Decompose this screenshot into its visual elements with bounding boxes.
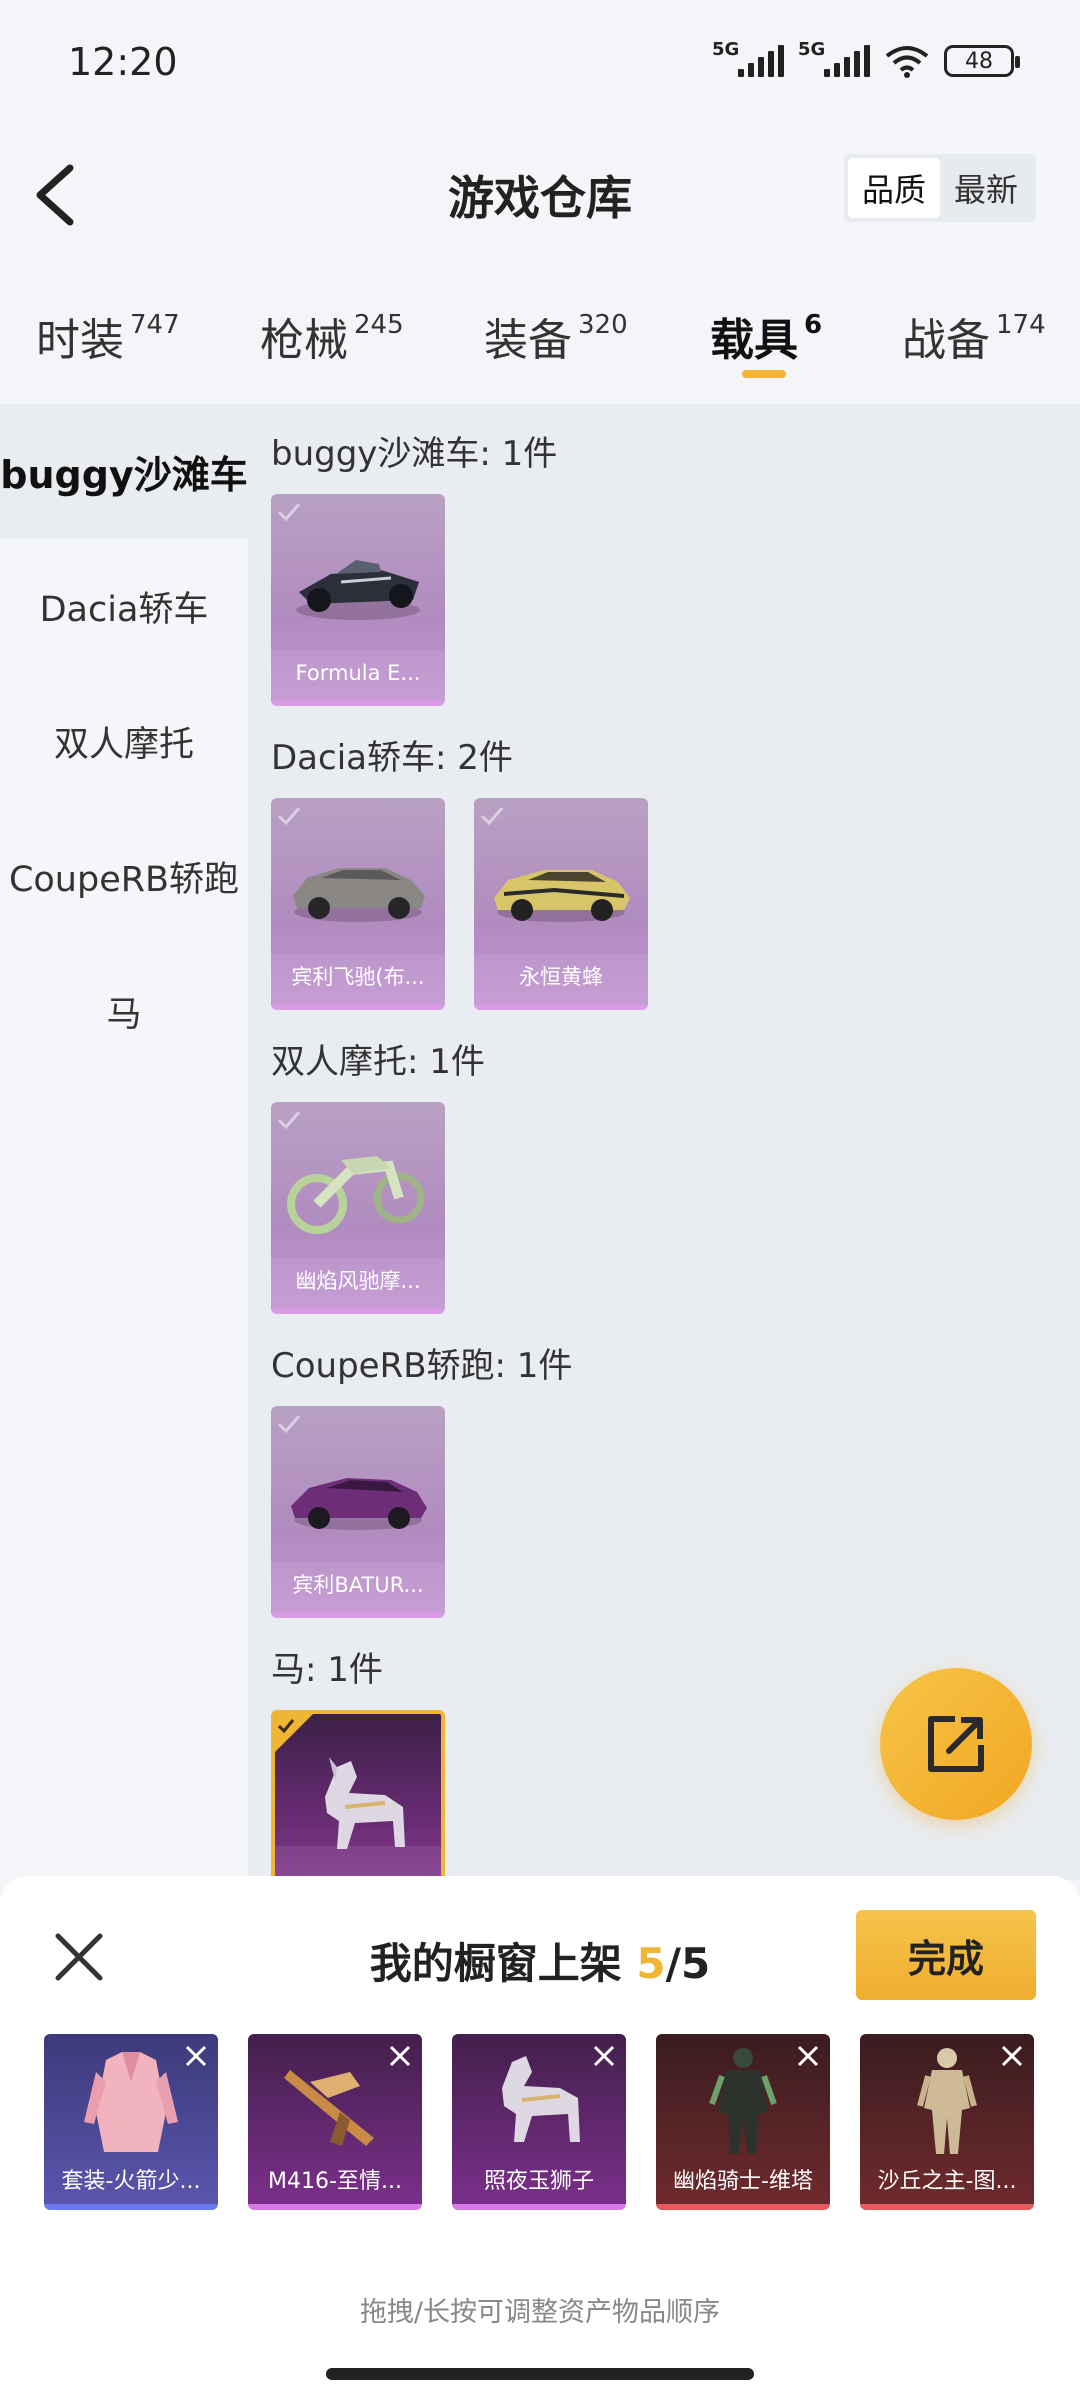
showcase-slot[interactable]: 幽焰骑士-维塔 [656, 2034, 830, 2210]
header: 游戏仓库 品质 最新 [0, 140, 1080, 250]
cellular-signal-icon-2: 5G [798, 39, 870, 77]
vehicle-card[interactable]: 宾利飞驰(布... [271, 798, 445, 1010]
vehicle-name: 永恒黄蜂 [474, 954, 648, 1004]
showcase-slot[interactable]: 套装-火箭少... [44, 2034, 218, 2210]
showcase-current-count: 5 [636, 1939, 666, 1988]
showcase-slots: 套装-火箭少... M416-至情... 照夜玉狮子 幽焰骑士-维塔 沙丘之主-… [44, 2034, 1036, 2210]
showcase-slot[interactable]: 沙丘之主-图... [860, 2034, 1034, 2210]
sedan-image [293, 868, 425, 922]
slot-name: 沙丘之主-图... [877, 2169, 1017, 2194]
tab-vehicles[interactable]: 载具 6 [710, 304, 822, 368]
remove-icon[interactable] [998, 2042, 1026, 2070]
vehicle-card[interactable]: 宾利BATUR... [271, 1406, 445, 1618]
status-time: 12:20 [68, 40, 178, 84]
cellular-signal-icon: 5G [712, 39, 784, 77]
showcase-slot[interactable]: 照夜玉狮子 [452, 2034, 626, 2210]
rifle-image [284, 2070, 374, 2146]
vehicle-card[interactable]: 永恒黄蜂 [474, 798, 648, 1010]
active-tab-indicator [742, 370, 786, 378]
sort-toggle: 品质 最新 [844, 154, 1036, 222]
reorder-hint: 拖拽/长按可调整资产物品顺序 [359, 2297, 721, 2328]
slot-name: 幽焰骑士-维塔 [673, 2169, 813, 2194]
slot-name: M416-至情... [268, 2169, 402, 2194]
vehicle-name: Formula E... [271, 650, 445, 700]
vehicle-name [275, 1846, 441, 1880]
vehicle-card[interactable]: Formula E... [271, 494, 445, 706]
share-button[interactable] [880, 1668, 1032, 1820]
group-title-buggy: buggy沙滩车: 1件 [271, 434, 558, 474]
sidebar-item-coupe[interactable]: CoupeRB轿跑 [0, 809, 248, 944]
remove-icon[interactable] [182, 2042, 210, 2070]
purple-coupe-image [291, 1478, 427, 1530]
showcase-slot[interactable]: M416-至情... [248, 2034, 422, 2210]
vehicle-card[interactable]: 幽焰风驰摩... [271, 1102, 445, 1314]
battery-icon: 48 [944, 45, 1020, 77]
group-title-coupe: CoupeRB轿跑: 1件 [271, 1346, 573, 1386]
group-title-dacia: Dacia轿车: 2件 [271, 738, 513, 778]
tab-supplies[interactable]: 战备 174 [902, 304, 1046, 368]
category-tabs: 时装 747 枪械 245 装备 320 载具 6 战备 174 [0, 290, 1080, 400]
group-title-motorcycle: 双人摩托: 1件 [271, 1042, 485, 1082]
sidebar-item-horse[interactable]: 马 [0, 944, 248, 1079]
outfit-jacket-image [84, 2052, 178, 2152]
sidebar-item-dacia[interactable]: Dacia轿车 [0, 539, 248, 674]
formula-car-image [296, 560, 420, 620]
vehicle-name: 宾利BATUR... [271, 1562, 445, 1612]
sidebar-item-motorcycle[interactable]: 双人摩托 [0, 674, 248, 809]
remove-icon[interactable] [386, 2042, 414, 2070]
status-bar: 12:20 5G 5G 48 [0, 0, 1080, 130]
sort-quality-button[interactable]: 品质 [848, 158, 940, 218]
vehicle-name: 宾利飞驰(布... [271, 954, 445, 1004]
vehicle-card-selected[interactable] [271, 1710, 445, 1880]
sidebar-item-buggy[interactable]: buggy沙滩车 [0, 404, 248, 539]
motorcycle-image [287, 1156, 425, 1234]
remove-icon[interactable] [794, 2042, 822, 2070]
share-external-icon [928, 1716, 984, 1772]
done-button[interactable]: 完成 [856, 1910, 1036, 2000]
group-title-horse: 马: 1件 [271, 1650, 383, 1690]
vehicle-name: 幽焰风驰摩... [271, 1258, 445, 1308]
white-horse-image [502, 2056, 580, 2142]
mummy-figure-image [917, 2048, 977, 2154]
sort-newest-button[interactable]: 最新 [940, 158, 1032, 218]
tab-weapons[interactable]: 枪械 245 [260, 304, 404, 368]
slot-name: 套装-火箭少... [61, 2169, 201, 2194]
home-indicator[interactable] [326, 2368, 754, 2380]
status-icons: 5G 5G 48 [712, 39, 1020, 78]
remove-icon[interactable] [590, 2042, 618, 2070]
yellow-sports-car-image [494, 870, 630, 922]
tab-fashion[interactable]: 时装 747 [36, 304, 180, 368]
wifi-icon [885, 46, 929, 78]
tab-equipment[interactable]: 装备 320 [484, 304, 628, 368]
vehicle-list: buggy沙滩车: 1件 Formula E... Dacia轿车: 2件 宾利… [248, 404, 1080, 1880]
showcase-sheet: 我的橱窗上架 5/5 完成 套装-火箭少... M416-至情... 照夜玉狮子… [0, 1876, 1080, 2400]
slot-name: 照夜玉狮子 [483, 2169, 594, 2194]
knight-figure-image [709, 2048, 777, 2154]
showcase-total-count: /5 [665, 1939, 711, 1988]
vehicle-type-sidebar: buggy沙滩车 Dacia轿车 双人摩托 CoupeRB轿跑 马 [0, 404, 248, 1880]
